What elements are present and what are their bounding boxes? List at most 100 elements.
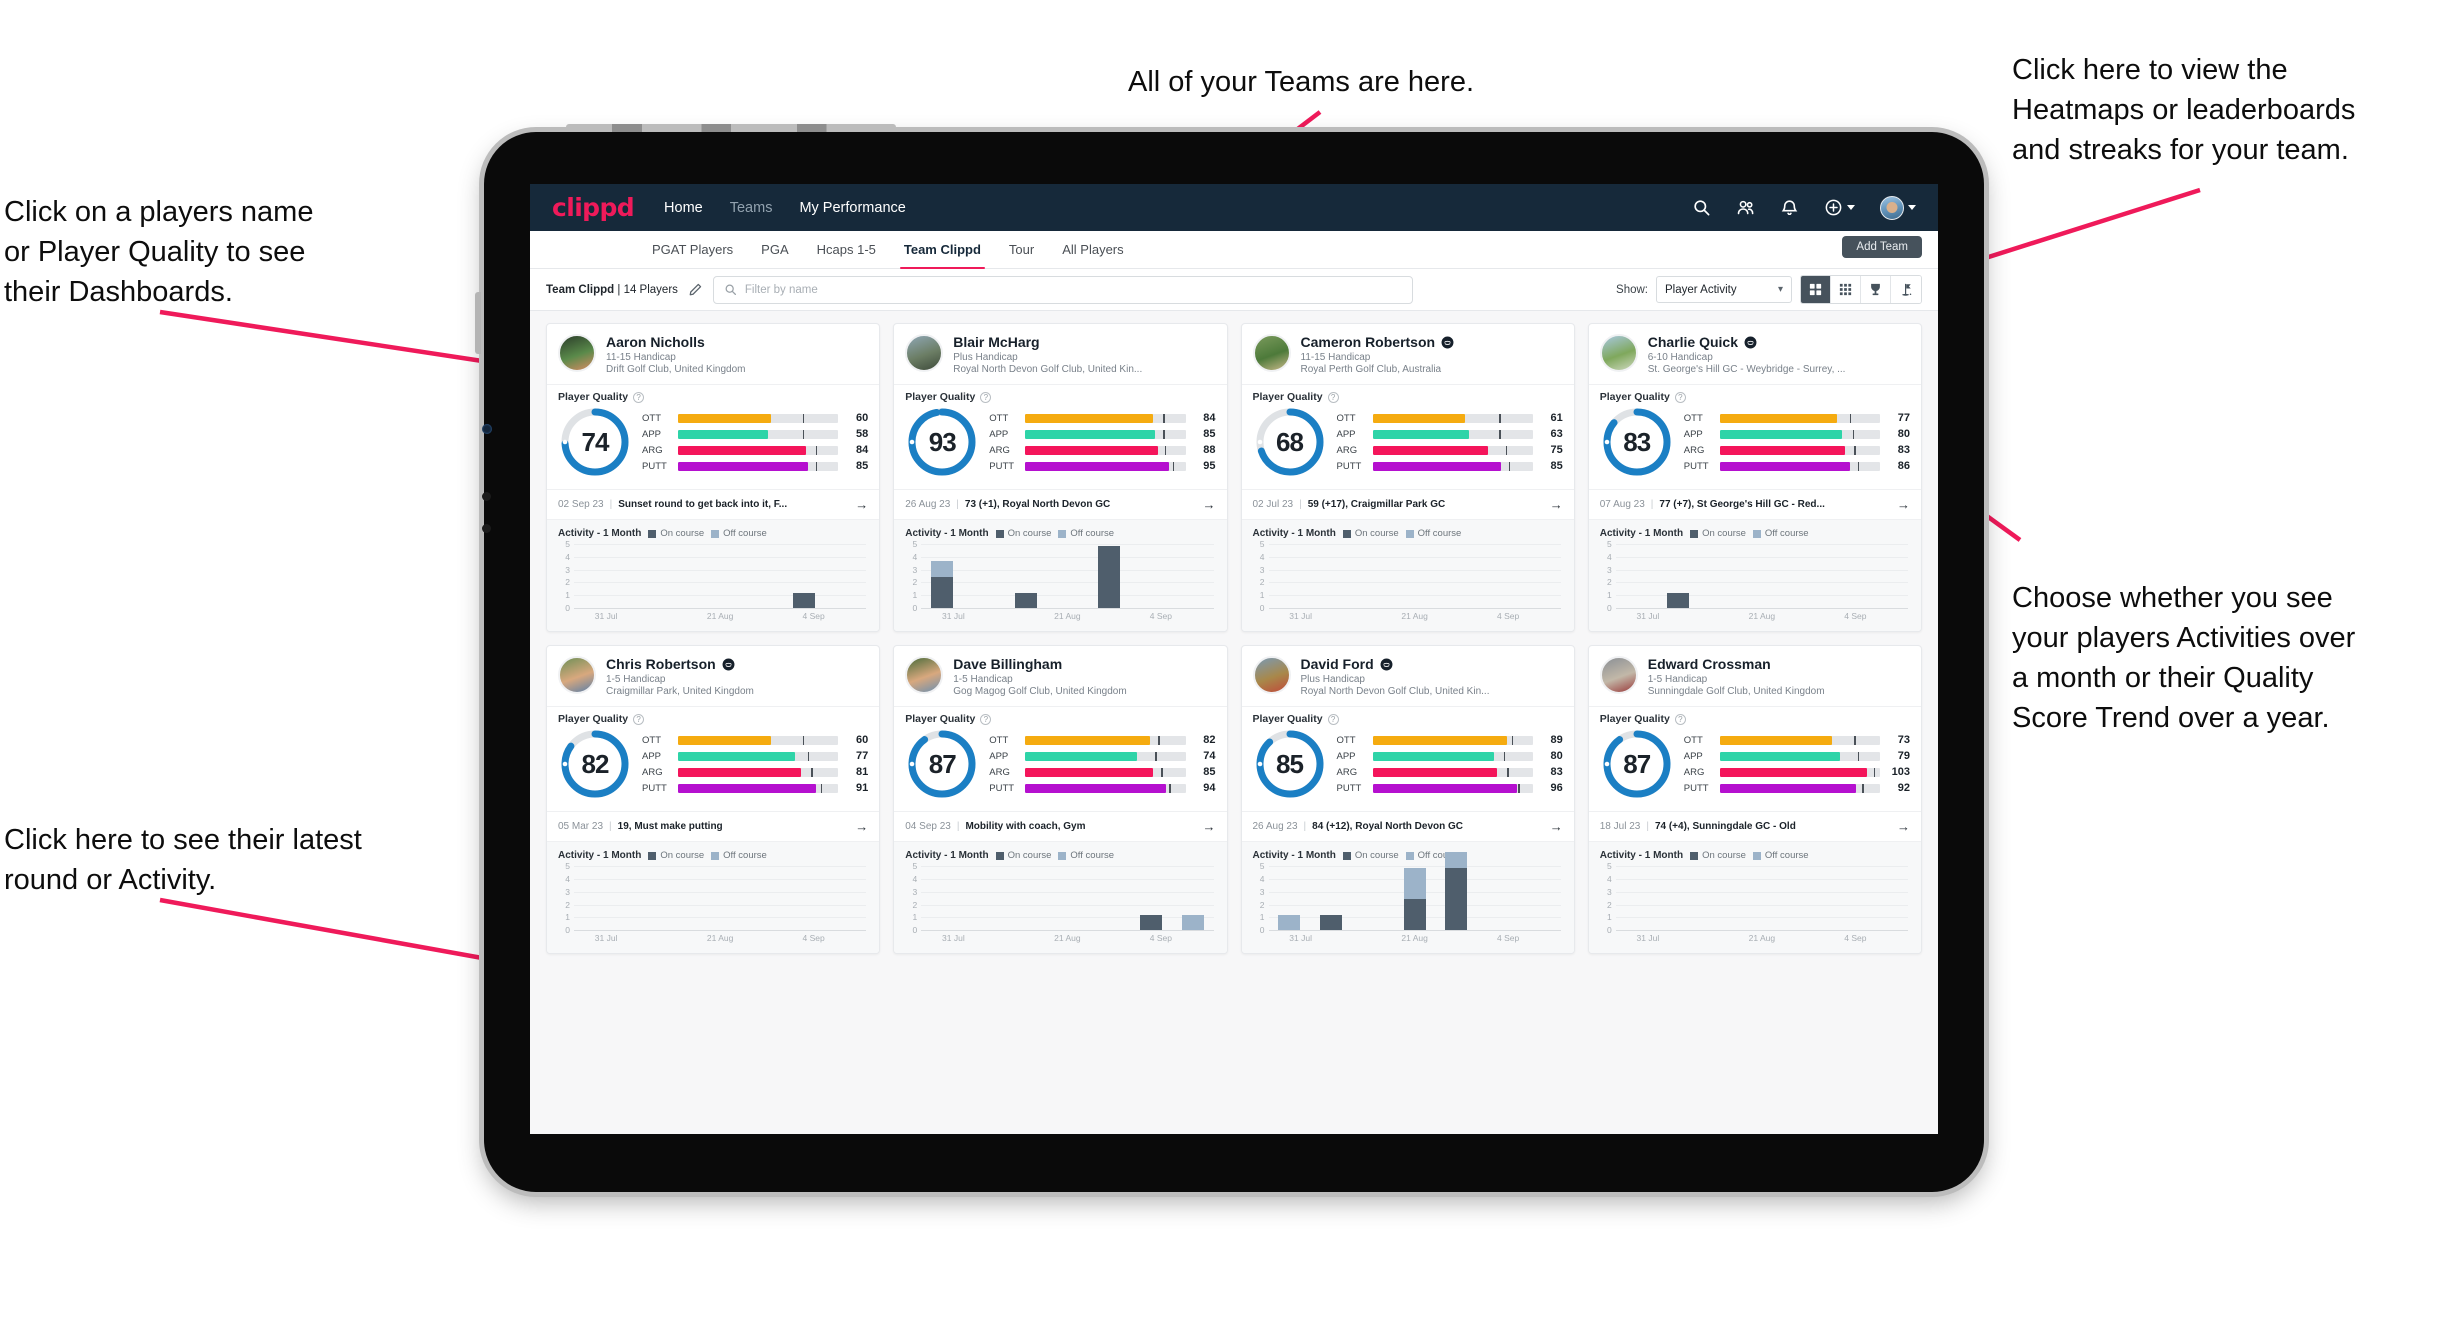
- chart-bars: [1616, 544, 1908, 609]
- player-card[interactable]: Blair McHarg Plus Handicap Royal North Dev…: [893, 323, 1228, 633]
- show-select[interactable]: Player Activity ▾: [1656, 276, 1792, 303]
- search-input[interactable]: Filter by name: [712, 275, 1413, 304]
- player-quality-section[interactable]: Player Quality? 82 OTT 60 APP 77 ARG 81 PUTT 91: [547, 706, 880, 811]
- latest-round-row[interactable]: 04 Sep 23 | Mobility with coach, Gym →: [894, 811, 1227, 841]
- view-toggle-grid-large[interactable]: [1801, 276, 1831, 303]
- player-name[interactable]: Aaron Nicholls: [606, 334, 705, 350]
- pencil-icon[interactable]: [688, 282, 703, 297]
- avatar[interactable]: [558, 334, 596, 372]
- player-quality-section[interactable]: Player Quality? 68 OTT 61 APP 63 ARG 75 PUTT 85: [1241, 384, 1574, 489]
- player-name-row[interactable]: Blair McHarg: [953, 334, 1215, 350]
- view-toggle-flag[interactable]: [1891, 276, 1921, 303]
- tab-team-clippd[interactable]: Team Clippd: [890, 231, 995, 269]
- player-name-row[interactable]: Dave Billingham: [953, 656, 1215, 672]
- avatar[interactable]: [905, 656, 944, 695]
- latest-round-row[interactable]: 26 Aug 23 | 84 (+12), Royal North Devon GC…: [1241, 811, 1574, 841]
- player-name[interactable]: Cameron Robertson: [1301, 334, 1436, 350]
- player-quality-section[interactable]: Player Quality? 83 OTT 77 APP 80 ARG 83 PUTT 86: [1588, 384, 1921, 489]
- avatar[interactable]: [1252, 334, 1291, 372]
- player-card[interactable]: Aaron Nicholls 11-15 Handicap Drift Golf C…: [546, 323, 881, 633]
- search-icon[interactable]: [1692, 198, 1711, 217]
- player-meta: Dave Billingham 1-5 Handicap Gog Magog Gol…: [953, 656, 1215, 697]
- latest-round-row[interactable]: 05 Mar 23 | 19, Must make putting →: [547, 811, 880, 841]
- latest-round-row[interactable]: 26 Aug 23 | 73 (+1), Royal North Devon GC →: [894, 489, 1227, 519]
- plus-circle-icon[interactable]: [1824, 198, 1843, 217]
- player-name-row[interactable]: Chris Robertson: [606, 656, 868, 672]
- latest-round-row[interactable]: 18 Jul 23 | 74 (+4), Sunningdale GC - Old →: [1588, 811, 1921, 841]
- player-name-row[interactable]: Charlie Quick: [1648, 334, 1910, 350]
- help-icon[interactable]: ?: [1674, 713, 1686, 725]
- player-quality-section[interactable]: Player Quality? 74 OTT 60 APP 58 ARG 84 PUTT 85: [547, 384, 880, 489]
- round-arrow-icon[interactable]: →: [1891, 819, 1910, 834]
- nav-link-my-performance[interactable]: My Performance: [799, 200, 905, 216]
- player-name[interactable]: Dave Billingham: [953, 656, 1062, 672]
- avatar[interactable]: [1252, 656, 1291, 695]
- help-icon[interactable]: ?: [980, 391, 992, 403]
- bell-icon[interactable]: [1780, 198, 1799, 217]
- player-handicap: 11-15 Handicap: [1300, 352, 1371, 364]
- metric-value: 84: [856, 444, 869, 457]
- avatar[interactable]: [1599, 334, 1638, 372]
- chart-bar-column: [1866, 866, 1908, 930]
- account-menu[interactable]: [1880, 195, 1916, 220]
- player-quality-section[interactable]: Player Quality? 87 OTT 82 APP 74 ARG 85 PUTT 94: [894, 706, 1227, 811]
- metric-value: 73: [1897, 734, 1910, 747]
- nav-link-home[interactable]: Home: [664, 200, 703, 216]
- player-name[interactable]: Blair McHarg: [953, 334, 1039, 350]
- tab-tour[interactable]: Tour: [995, 231, 1048, 268]
- tablet-screen: clippd Home Teams My Performance PGAT Pl…: [530, 184, 1938, 1134]
- player-card[interactable]: Cameron Robertson 11-15 Handicap Royal Per…: [1240, 323, 1575, 633]
- people-icon[interactable]: [1736, 198, 1755, 217]
- player-card[interactable]: Edward Crossman 1-5 Handicap Sunningdale G…: [1587, 645, 1922, 955]
- view-toggle-trophy[interactable]: [1861, 276, 1891, 303]
- nav-link-teams[interactable]: Teams: [730, 200, 773, 216]
- clippd-logo[interactable]: clippd: [552, 193, 635, 222]
- avatar[interactable]: [558, 656, 596, 695]
- avatar[interactable]: [905, 334, 944, 372]
- help-icon[interactable]: ?: [633, 713, 645, 725]
- tab-hcaps-1-5[interactable]: Hcaps 1-5: [803, 231, 890, 268]
- round-arrow-icon[interactable]: →: [1197, 819, 1216, 834]
- player-card[interactable]: Chris Robertson 1-5 Handicap Craigmillar P…: [546, 645, 881, 955]
- legend-label-on-course: On course: [660, 850, 705, 862]
- player-quality-section[interactable]: Player Quality? 85 OTT 89 APP 80 ARG 83 PUTT 96: [1241, 706, 1574, 811]
- latest-round-row[interactable]: 02 Sep 23 | Sunset round to get back into …: [547, 489, 880, 519]
- help-icon[interactable]: ?: [980, 713, 992, 725]
- latest-round-row[interactable]: 07 Aug 23 | 77 (+7), St George's Hill GC -…: [1588, 489, 1921, 519]
- create-menu[interactable]: [1824, 198, 1855, 217]
- player-name[interactable]: Edward Crossman: [1648, 656, 1771, 672]
- player-name-row[interactable]: Cameron Robertson: [1301, 334, 1563, 350]
- player-name-row[interactable]: Aaron Nicholls: [606, 334, 868, 350]
- avatar[interactable]: [1880, 195, 1904, 220]
- round-arrow-icon[interactable]: →: [1544, 497, 1563, 512]
- help-icon[interactable]: ?: [1674, 391, 1686, 403]
- tab-pgat-players[interactable]: PGAT Players: [638, 231, 747, 268]
- help-icon[interactable]: ?: [633, 391, 645, 403]
- player-name-row[interactable]: Edward Crossman: [1648, 656, 1910, 672]
- view-toggle-grid-small[interactable]: [1831, 276, 1861, 303]
- help-icon[interactable]: ?: [1327, 713, 1339, 725]
- latest-round-row[interactable]: 02 Jul 23 | 59 (+17), Craigmillar Park GC →: [1241, 489, 1574, 519]
- player-card[interactable]: David Ford Plus Handicap Royal North Devon…: [1240, 645, 1575, 955]
- tab-pga[interactable]: PGA: [747, 231, 802, 268]
- player-name[interactable]: Charlie Quick: [1648, 334, 1738, 350]
- round-arrow-icon[interactable]: →: [1891, 497, 1910, 512]
- round-arrow-icon[interactable]: →: [1197, 497, 1216, 512]
- player-name-row[interactable]: David Ford: [1301, 656, 1563, 672]
- player-name[interactable]: David Ford: [1301, 656, 1374, 672]
- player-quality-section[interactable]: Player Quality? 93 OTT 84 APP 85 ARG 88 PUTT 95: [894, 384, 1227, 489]
- player-quality-title-row: Player Quality?: [1600, 713, 1910, 725]
- player-card[interactable]: Charlie Quick 6-10 Handicap St. George's H…: [1587, 323, 1922, 633]
- player-name[interactable]: Chris Robertson: [606, 656, 716, 672]
- player-card[interactable]: Dave Billingham 1-5 Handicap Gog Magog Gol…: [893, 645, 1228, 955]
- round-arrow-icon[interactable]: →: [849, 497, 868, 512]
- round-arrow-icon[interactable]: →: [849, 819, 868, 834]
- help-icon[interactable]: ?: [1327, 391, 1339, 403]
- avatar[interactable]: [1599, 656, 1638, 695]
- player-quality-section[interactable]: Player Quality? 87 OTT 73 APP 79 ARG 103 PUTT 92: [1588, 706, 1921, 811]
- chart-y-axis: 0 1 2 3 45: [1600, 539, 1614, 613]
- tab-all-players[interactable]: All Players: [1048, 231, 1137, 268]
- chart-bar-stack: [1014, 592, 1037, 609]
- add-team-button[interactable]: Add Team: [1842, 236, 1922, 258]
- round-arrow-icon[interactable]: →: [1544, 819, 1563, 834]
